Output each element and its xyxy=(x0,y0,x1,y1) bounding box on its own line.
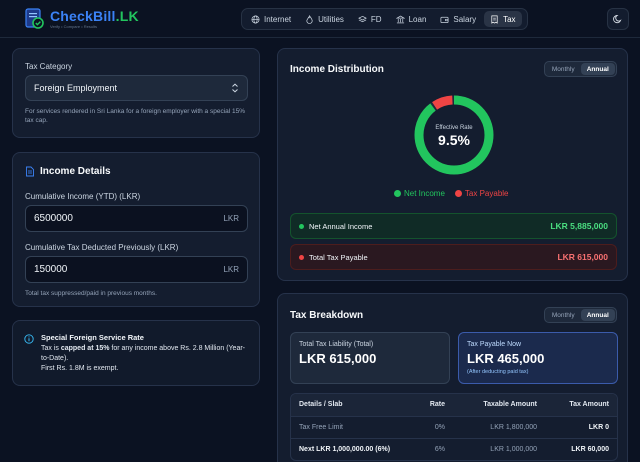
tax-category-card: Tax Category Foreign Employment For serv… xyxy=(12,48,260,138)
tax-slab-table: Details / Slab Rate Taxable Amount Tax A… xyxy=(291,394,617,460)
main-nav: Internet Utilities FD Loan Salary Tax xyxy=(241,8,528,30)
tax-deducted-label: Cumulative Tax Deducted Previously (LKR) xyxy=(25,243,179,252)
income-distribution-title: Income Distribution xyxy=(290,64,384,75)
nav-internet-label: Internet xyxy=(264,14,292,24)
nav-internet[interactable]: Internet xyxy=(245,11,297,27)
info-body: Tax is capped at 15% for any income abov… xyxy=(41,345,246,373)
tax-category-label: Tax Category xyxy=(25,62,73,71)
foreign-rate-info-card: Special Foreign Service Rate Tax is capp… xyxy=(12,320,260,386)
distribution-legend: Net Income Tax Payable xyxy=(394,189,509,198)
tax-breakdown-title: Tax Breakdown xyxy=(290,310,364,321)
cell-details: Next LKR 1,000,000.00 (6%) xyxy=(291,437,409,460)
col-details: Details / Slab xyxy=(291,394,409,416)
cell-tax: LKR 0 xyxy=(545,415,617,438)
cell-rate: 0% xyxy=(409,415,453,438)
tax-category-value: Foreign Employment xyxy=(34,83,118,93)
nav-fd[interactable]: FD xyxy=(352,11,388,27)
flame-icon xyxy=(306,14,313,24)
logo-shield-icon xyxy=(24,7,46,31)
income-field-label: Cumulative Income (YTD) (LKR) xyxy=(25,192,141,201)
table-row: Tax Free Limit 0% LKR 1,800,000 LKR 0 xyxy=(291,415,617,438)
table-row: Next LKR 1,000,000.00 (6%) 6% LKR 1,000,… xyxy=(291,437,617,460)
total-liability-label: Total Tax Liability (Total) xyxy=(299,341,374,348)
tax-deducted-hint: Total tax suppressed/paid in previous mo… xyxy=(25,290,157,297)
legend-tax-payable: Tax Payable xyxy=(454,189,509,198)
tax-category-select[interactable]: Foreign Employment xyxy=(25,75,248,101)
tax-payable-label: Total Tax Payable xyxy=(309,252,368,262)
breakdown-monthly-option[interactable]: Monthly xyxy=(546,309,581,321)
document-icon xyxy=(26,166,34,177)
cell-details: Tax Free Limit xyxy=(291,415,409,438)
breakdown-annual-option[interactable]: Annual xyxy=(580,309,615,321)
nav-salary-label: Salary xyxy=(453,14,477,24)
app-name: CheckBill.LK xyxy=(50,8,139,24)
income-details-card: Income Details Cumulative Income (YTD) (… xyxy=(12,152,260,307)
distribution-annual-option[interactable]: Annual xyxy=(580,63,615,75)
total-liability-value: LKR 615,000 xyxy=(299,351,377,366)
tax-slab-table-wrap: Details / Slab Rate Taxable Amount Tax A… xyxy=(290,393,618,461)
net-income-label: Net Annual Income xyxy=(309,221,373,231)
net-income-value: LKR 5,885,000 xyxy=(550,221,608,231)
tax-deducted-input[interactable]: 150000 LKR xyxy=(25,256,248,283)
tax-breakdown-card: Tax Breakdown Monthly Annual Total Tax L… xyxy=(277,293,628,462)
distribution-monthly-option[interactable]: Monthly xyxy=(546,63,581,75)
income-distribution-card: Income Distribution Monthly Annual Effec… xyxy=(277,48,628,281)
top-header: CheckBill.LK Verify • Compare • Results … xyxy=(0,0,640,38)
distribution-period-toggle: Monthly Annual xyxy=(544,61,617,77)
cell-tax: LKR 60,000 xyxy=(545,437,617,460)
breakdown-period-toggle: Monthly Annual xyxy=(544,307,617,323)
tax-deducted-input-value: 150000 xyxy=(34,264,68,275)
total-liability-box: Total Tax Liability (Total) LKR 615,000 xyxy=(290,332,450,384)
receipt-icon xyxy=(491,15,498,24)
cell-rate: 6% xyxy=(409,437,453,460)
income-details-title: Income Details xyxy=(40,166,111,177)
nav-tax[interactable]: Tax xyxy=(484,11,522,27)
nav-loan[interactable]: Loan xyxy=(390,11,433,27)
globe-icon xyxy=(251,15,260,23)
chevron-updown-icon xyxy=(232,83,238,93)
income-input-unit: LKR xyxy=(223,214,239,223)
effective-rate-value: 9.5% xyxy=(438,132,470,148)
moon-icon xyxy=(613,14,622,24)
tax-payable-now-label: Tax Payable Now xyxy=(467,341,522,348)
col-tax-amount: Tax Amount xyxy=(545,394,617,416)
income-input-value: 6500000 xyxy=(34,213,73,224)
theme-toggle-button[interactable] xyxy=(607,8,629,30)
legend-net-income: Net Income xyxy=(394,189,445,198)
nav-fd-label: FD xyxy=(370,14,382,24)
tax-category-description: For services rendered in Sri Lanka for a… xyxy=(25,108,246,125)
wallet-icon xyxy=(440,16,449,23)
effective-rate-label: Effective Rate xyxy=(435,125,473,131)
app-logo[interactable]: CheckBill.LK Verify • Compare • Results xyxy=(24,7,139,31)
nav-utilities-label: Utilities xyxy=(318,14,344,24)
tax-payable-row: Total Tax Payable LKR 615,000 xyxy=(290,244,617,270)
bank-icon xyxy=(395,15,405,23)
cell-taxable: LKR 1,000,000 xyxy=(453,437,545,460)
nav-salary[interactable]: Salary xyxy=(434,11,482,27)
layers-icon xyxy=(358,15,367,22)
nav-utilities[interactable]: Utilities xyxy=(299,11,350,27)
cell-taxable: LKR 1,800,000 xyxy=(453,415,545,438)
info-title: Special Foreign Service Rate xyxy=(41,333,144,342)
col-taxable-amount: Taxable Amount xyxy=(453,394,545,416)
income-input[interactable]: 6500000 LKR xyxy=(25,205,248,232)
tax-payable-now-value: LKR 465,000 xyxy=(467,351,545,366)
tax-deducted-input-unit: LKR xyxy=(223,265,239,274)
info-icon xyxy=(24,334,34,344)
nav-tax-label: Tax xyxy=(503,14,516,24)
nav-loan-label: Loan xyxy=(408,14,427,24)
tax-payable-now-box: Tax Payable Now LKR 465,000 (After deduc… xyxy=(458,332,618,384)
tax-payable-value: LKR 615,000 xyxy=(557,252,608,262)
app-tagline: Verify • Compare • Results xyxy=(50,24,98,29)
col-rate: Rate xyxy=(409,394,453,416)
tax-payable-now-note: (After deducting paid tax) xyxy=(467,369,529,375)
net-income-row: Net Annual Income LKR 5,885,000 xyxy=(290,213,617,239)
